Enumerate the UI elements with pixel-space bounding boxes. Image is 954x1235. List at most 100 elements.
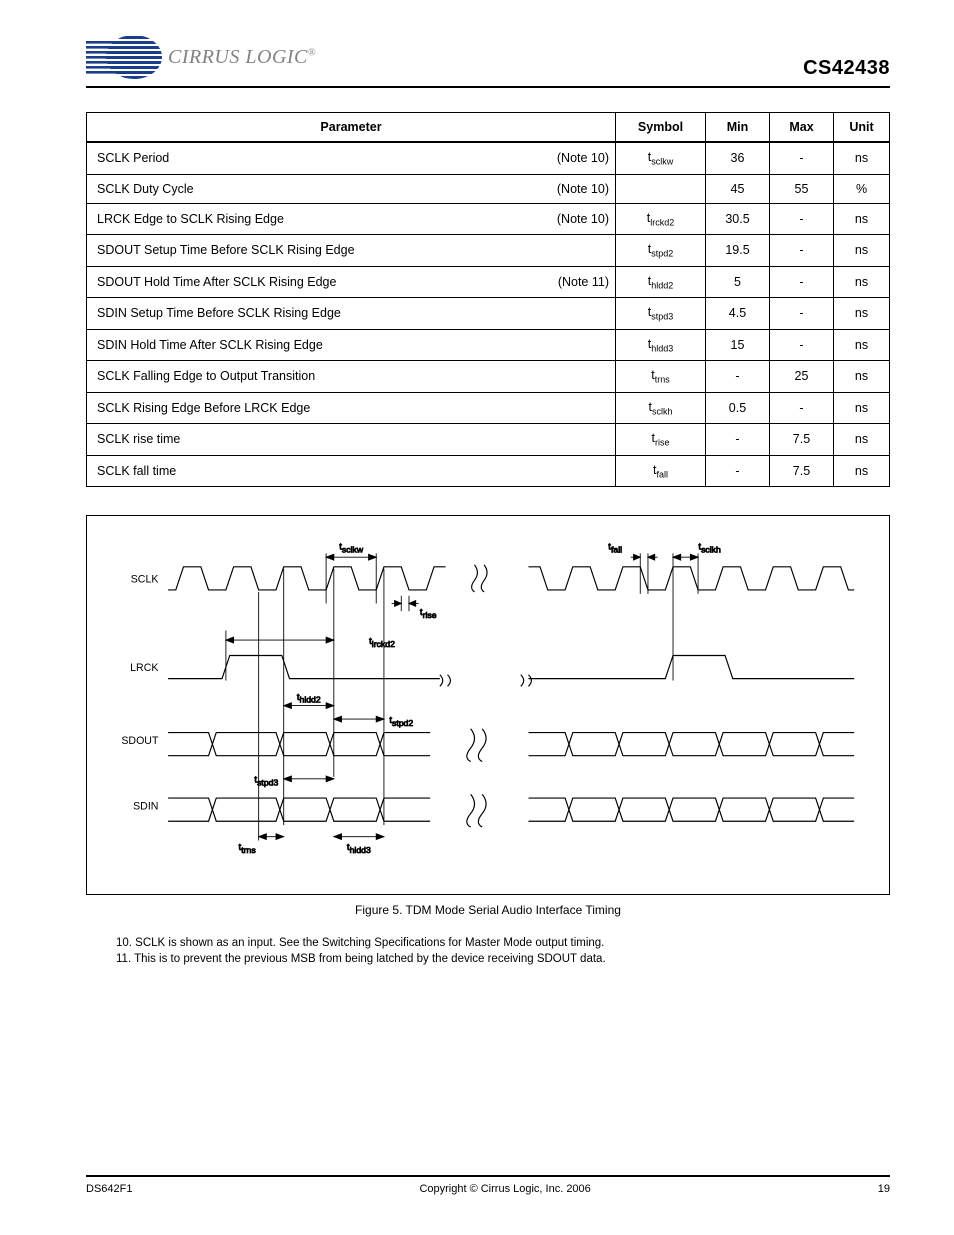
table-row: SCLK Duty Cycle (Note 10)4555% xyxy=(87,174,890,203)
page-header: CIRRUS LOGIC® CS42438 xyxy=(86,34,890,88)
dim-thldd3: thldd3 ttrns xyxy=(239,592,384,854)
table-header-row: Parameter Symbol Min Max Unit xyxy=(87,113,890,143)
cell-symbol: tlrckd2 xyxy=(616,203,706,235)
footer-copyright: Copyright © Cirrus Logic, Inc. 2006 xyxy=(132,1183,877,1195)
dim-trise: trise xyxy=(392,596,437,620)
svg-text:SCLK: SCLK xyxy=(131,573,159,585)
dim-tfall: tfall xyxy=(608,541,657,593)
cell-parameter: SDIN Setup Time Before SCLK Rising Edge xyxy=(87,298,616,330)
cell-symbol: ttrns xyxy=(616,361,706,393)
table-row: SDIN Setup Time Before SCLK Rising Edget… xyxy=(87,298,890,330)
cell-symbol: tstpd3 xyxy=(616,298,706,330)
notes-block: 10. SCLK is shown as an input. See the S… xyxy=(86,937,890,965)
dim-tsclkh: tsclkh xyxy=(673,541,721,680)
table-row: LRCK Edge to SCLK Rising Edge (Note 10)t… xyxy=(87,203,890,235)
cell-max: - xyxy=(770,392,834,424)
col-unit: Unit xyxy=(834,113,890,143)
col-min: Min xyxy=(706,113,770,143)
svg-text:tlrckd2: tlrckd2 xyxy=(369,636,395,649)
cell-max: 55 xyxy=(770,174,834,203)
cell-max: - xyxy=(770,235,834,267)
cell-parameter: SCLK rise time xyxy=(87,424,616,456)
cell-symbol: trise xyxy=(616,424,706,456)
svg-text:thldd2: thldd2 xyxy=(297,692,321,705)
sclk-wave: SCLK xyxy=(131,565,854,592)
svg-text:ttrns: ttrns xyxy=(239,842,257,854)
svg-text:tstpd2: tstpd2 xyxy=(389,715,413,728)
cell-parameter: SDIN Hold Time After SCLK Rising Edge xyxy=(87,329,616,361)
dim-thldd2: thldd2 tstpd2 xyxy=(284,692,414,728)
cell-unit: ns xyxy=(834,361,890,393)
page-footer: DS642F1 Copyright © Cirrus Logic, Inc. 2… xyxy=(86,1175,890,1195)
cell-unit: ns xyxy=(834,424,890,456)
cirrus-logo-icon xyxy=(86,34,162,80)
dim-tstpd3: tstpd3 xyxy=(254,775,333,788)
cell-min: 15 xyxy=(706,329,770,361)
cell-min: 0.5 xyxy=(706,392,770,424)
cell-symbol: tsclkh xyxy=(616,392,706,424)
col-max: Max xyxy=(770,113,834,143)
table-row: SCLK Rising Edge Before LRCK Edgetsclkh0… xyxy=(87,392,890,424)
cell-unit: ns xyxy=(834,235,890,267)
timing-figure: SCLK tsclkw xyxy=(86,515,890,895)
svg-text:LRCK: LRCK xyxy=(130,662,158,674)
col-symbol: Symbol xyxy=(616,113,706,143)
sdout-wave: SDOUT xyxy=(121,729,854,762)
cell-min: 30.5 xyxy=(706,203,770,235)
svg-text:tsclkw: tsclkw xyxy=(339,541,364,554)
cell-symbol: thldd2 xyxy=(616,266,706,298)
table-row: SCLK Falling Edge to Output Transitiontt… xyxy=(87,361,890,393)
cell-max: 7.5 xyxy=(770,455,834,487)
table-row: SCLK fall timetfall-7.5ns xyxy=(87,455,890,487)
cell-min: - xyxy=(706,361,770,393)
cell-unit: ns xyxy=(834,298,890,330)
cell-parameter: LRCK Edge to SCLK Rising Edge (Note 10) xyxy=(87,203,616,235)
cell-min: 19.5 xyxy=(706,235,770,267)
spec-table: Parameter Symbol Min Max Unit SCLK Perio… xyxy=(86,112,890,487)
note-10: 10. SCLK is shown as an input. See the S… xyxy=(116,937,890,949)
cell-unit: ns xyxy=(834,266,890,298)
cell-max: - xyxy=(770,329,834,361)
cell-max: - xyxy=(770,298,834,330)
logo-block: CIRRUS LOGIC® xyxy=(86,34,316,80)
svg-text:trise: trise xyxy=(420,607,437,620)
brand-text: CIRRUS LOGIC® xyxy=(168,46,316,69)
timing-diagram-svg: SCLK tsclkw xyxy=(101,536,875,854)
svg-text:SDOUT: SDOUT xyxy=(121,735,159,747)
cell-parameter: SCLK Period (Note 10) xyxy=(87,142,616,174)
cell-unit: ns xyxy=(834,329,890,361)
cell-symbol: tsclkw xyxy=(616,142,706,174)
cell-parameter: SCLK fall time xyxy=(87,455,616,487)
cell-max: 25 xyxy=(770,361,834,393)
cell-max: - xyxy=(770,142,834,174)
cell-parameter: SCLK Duty Cycle (Note 10) xyxy=(87,174,616,203)
cell-min: 36 xyxy=(706,142,770,174)
lrck-wave: LRCK xyxy=(130,655,854,686)
cell-symbol: tfall xyxy=(616,455,706,487)
col-parameter: Parameter xyxy=(87,113,616,143)
cell-max: - xyxy=(770,266,834,298)
part-number: CS42438 xyxy=(803,57,890,80)
table-row: SCLK rise timetrise-7.5ns xyxy=(87,424,890,456)
sdin-wave: SDIN xyxy=(133,794,854,827)
svg-text:thldd3: thldd3 xyxy=(347,842,371,854)
cell-min: 45 xyxy=(706,174,770,203)
cell-symbol: thldd3 xyxy=(616,329,706,361)
figure-caption: Figure 5. TDM Mode Serial Audio Interfac… xyxy=(86,903,890,917)
cell-symbol xyxy=(616,174,706,203)
cell-symbol: tstpd2 xyxy=(616,235,706,267)
note-11: 11. This is to prevent the previous MSB … xyxy=(116,953,890,965)
svg-text:tfall: tfall xyxy=(608,541,622,554)
svg-text:SDIN: SDIN xyxy=(133,801,158,813)
table-row: SCLK Period (Note 10)tsclkw36-ns xyxy=(87,142,890,174)
cell-parameter: SCLK Rising Edge Before LRCK Edge xyxy=(87,392,616,424)
cell-parameter: SCLK Falling Edge to Output Transition xyxy=(87,361,616,393)
cell-parameter: SDOUT Hold Time After SCLK Rising Edge (… xyxy=(87,266,616,298)
svg-text:tsclkh: tsclkh xyxy=(698,541,721,554)
cell-max: 7.5 xyxy=(770,424,834,456)
cell-min: 4.5 xyxy=(706,298,770,330)
table-row: SDIN Hold Time After SCLK Rising Edgethl… xyxy=(87,329,890,361)
cell-unit: ns xyxy=(834,392,890,424)
footer-pagenum: 19 xyxy=(878,1183,890,1195)
cell-unit: ns xyxy=(834,203,890,235)
